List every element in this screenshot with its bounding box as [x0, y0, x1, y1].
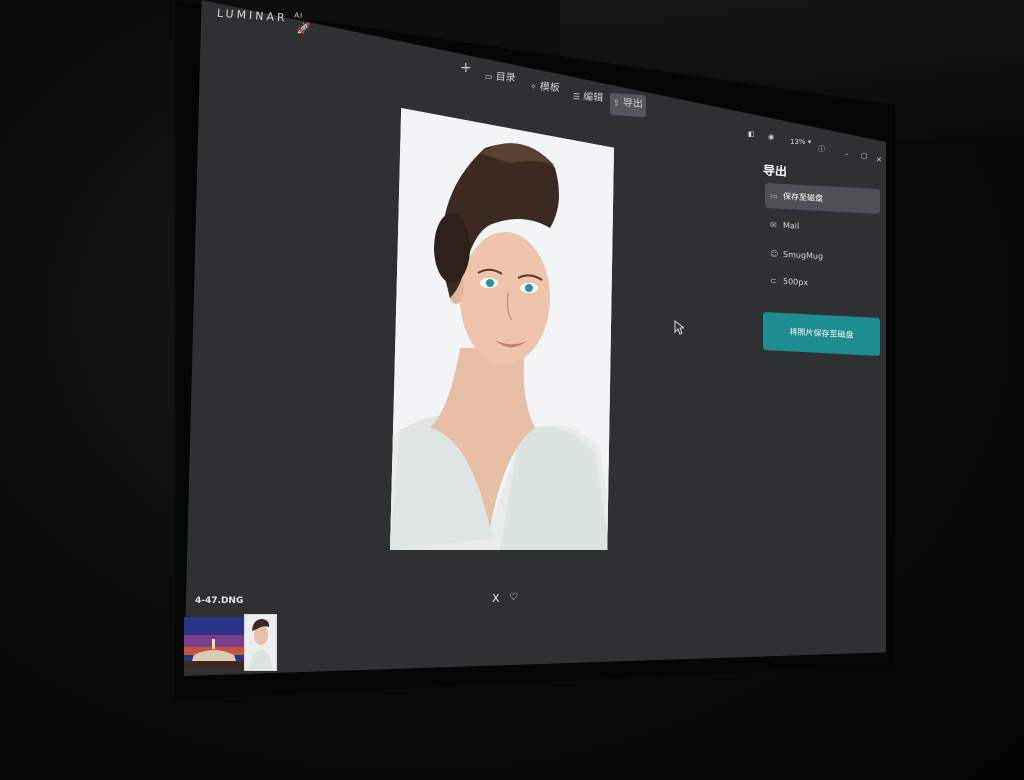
zoom-select[interactable]: 13% ▾: [790, 138, 811, 146]
compare-icon[interactable]: ◧: [748, 130, 755, 138]
info-icon[interactable]: ⓘ: [818, 144, 825, 154]
save-to-disk-button[interactable]: 将照片保存至磁盘: [763, 311, 880, 357]
tab-catalog[interactable]: ▭ 目录: [485, 67, 517, 84]
minimize-icon[interactable]: –: [845, 150, 849, 158]
export-option-label: 保存至磁盘: [783, 191, 823, 204]
folder-icon: ▭: [484, 71, 493, 82]
export-option-label: Mail: [783, 220, 800, 231]
tab-edit[interactable]: ☰ 编辑: [573, 87, 604, 104]
folder-icon: ▭: [770, 191, 778, 201]
smugmug-icon: ☺: [770, 249, 779, 259]
add-button[interactable]: +: [460, 60, 472, 76]
eye-icon[interactable]: ◉: [768, 133, 774, 141]
filmstrip-thumbnail-selected[interactable]: [244, 614, 277, 671]
mail-icon: ✉: [770, 220, 777, 230]
sliders-icon: ☰: [572, 91, 581, 102]
export-option-label: SmugMug: [783, 249, 824, 262]
tab-templates-label: 模板: [539, 81, 561, 95]
main-photo-preview: [390, 108, 614, 550]
close-icon[interactable]: ✕: [876, 156, 882, 164]
rocket-icon[interactable]: 🚀: [297, 22, 312, 36]
export-panel-title: 导出: [762, 163, 788, 179]
500px-icon: ⊂: [770, 276, 777, 286]
reject-button[interactable]: X: [492, 592, 500, 605]
share-icon: ⇪: [613, 97, 620, 108]
favorite-heart-icon[interactable]: ♡: [509, 592, 518, 603]
night-scene-thumbnail-image: [184, 617, 244, 669]
app-logo-suffix: AI: [293, 11, 304, 21]
tab-catalog-label: 目录: [495, 71, 516, 85]
tab-export-label: 导出: [622, 97, 643, 111]
filename-label: 4-47.DNG: [195, 596, 244, 606]
mouse-cursor-icon: [674, 320, 684, 335]
export-option-label: 500px: [783, 276, 809, 288]
portrait-image: [390, 108, 614, 550]
portrait-thumbnail-image: [245, 615, 275, 669]
tab-export[interactable]: ⇪ 导出: [610, 92, 646, 118]
tab-templates[interactable]: ✧ 模板: [530, 77, 561, 94]
zoom-value: 13%: [790, 138, 806, 146]
maximize-icon[interactable]: ▢: [861, 152, 868, 160]
templates-icon: ✧: [529, 81, 537, 92]
tab-edit-label: 编辑: [582, 91, 604, 105]
filmstrip-thumbnail[interactable]: [184, 617, 244, 669]
